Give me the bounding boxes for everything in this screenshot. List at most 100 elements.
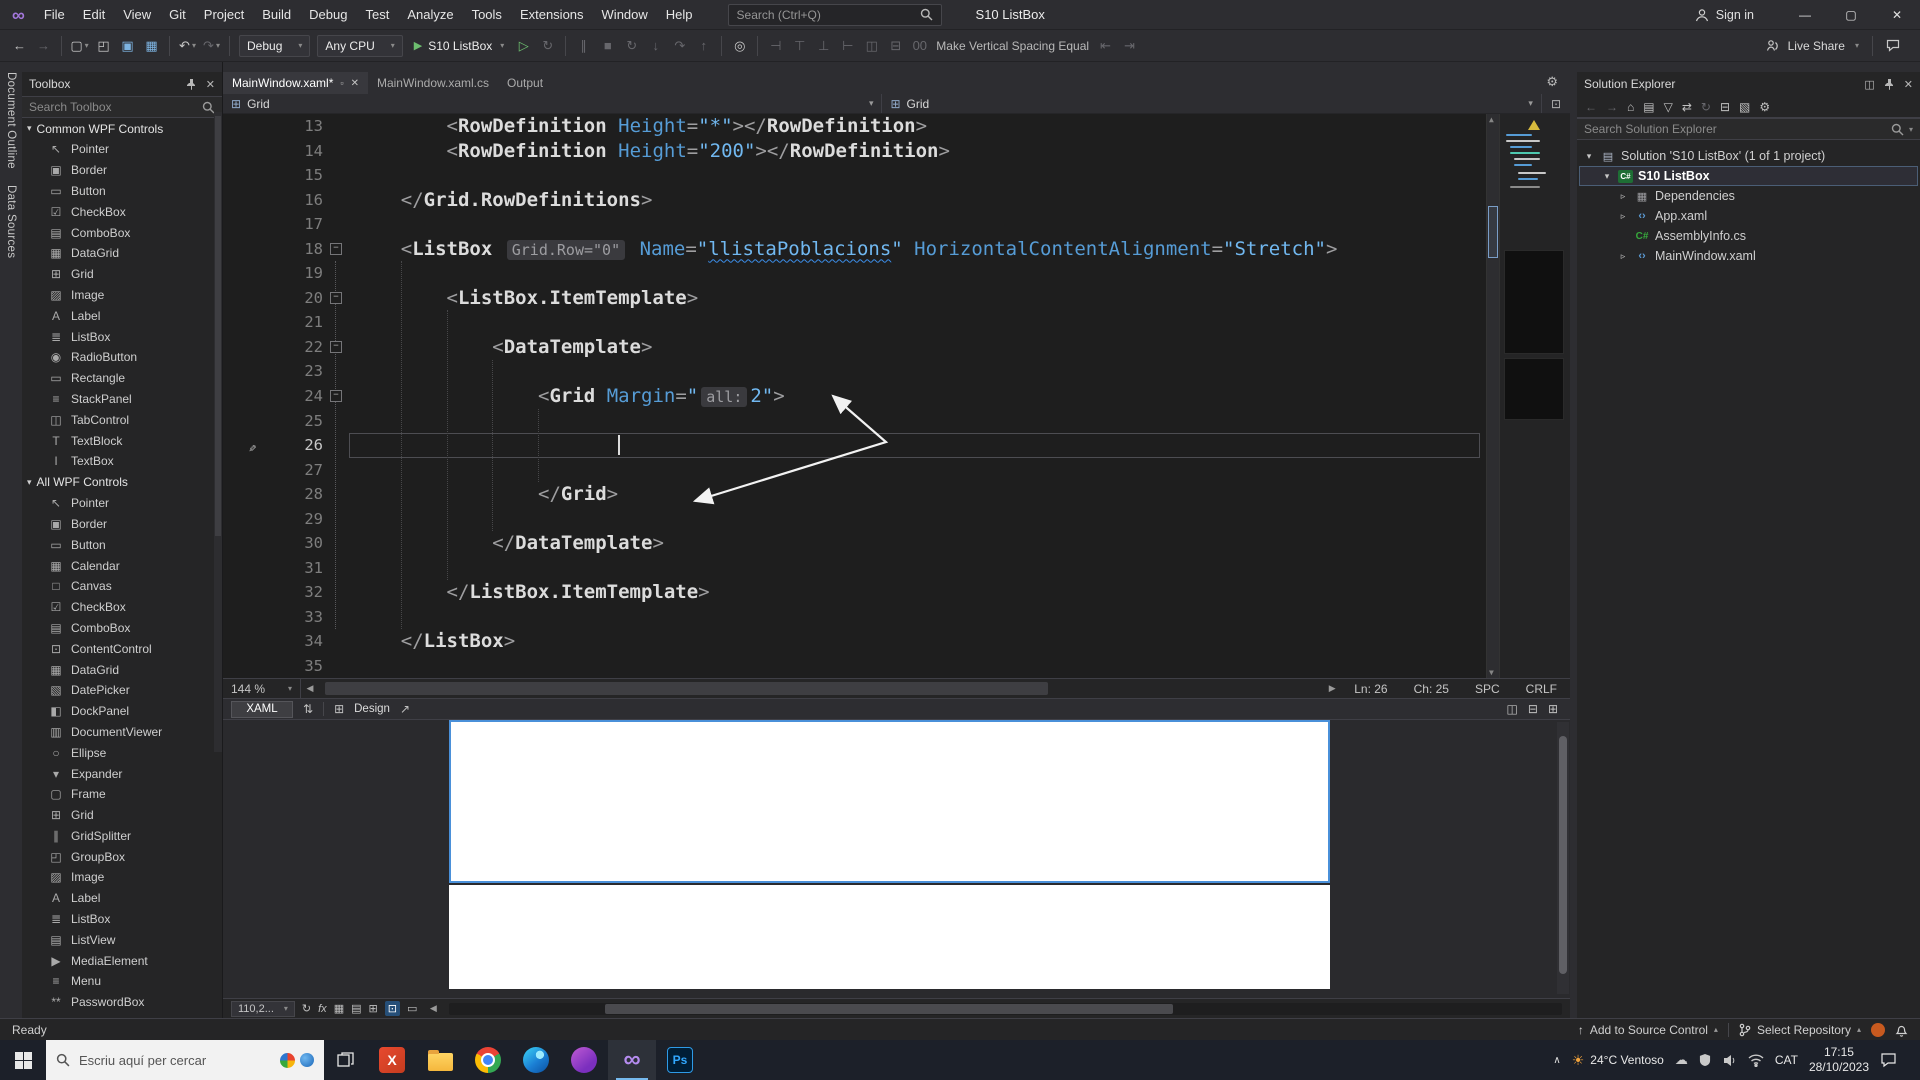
code-line-22[interactable]: 22− <DataTemplate> [223,335,1570,360]
find-in-files-icon[interactable]: ◎ [728,34,751,58]
code-line-17[interactable]: 17 [223,212,1570,237]
toolbox-item-tabcontrol[interactable]: ◫ TabControl [22,409,222,430]
toolbox-item-combobox[interactable]: ▤ ComboBox [22,222,222,243]
step-into-icon[interactable]: ↓ [644,34,667,58]
start-button[interactable] [0,1040,46,1080]
restart-icon[interactable]: ↻ [620,34,643,58]
pin-icon[interactable]: ▫ [340,78,343,88]
align-tops-icon[interactable]: ⊤ [788,34,811,58]
network-wifi-icon[interactable] [1748,1053,1764,1067]
scroll-left-icon[interactable]: ◀ [424,1003,442,1014]
tray-expand-icon[interactable]: ∧ [1553,1055,1560,1066]
solution-explorer-header[interactable]: Solution Explorer ◫ ✕ [1577,72,1920,96]
editor-zoom-dropdown[interactable]: 144 % ▾ [223,679,301,698]
menu-help[interactable]: Help [657,1,702,28]
toolbox-item-listview[interactable]: ▤ ListView [22,929,222,950]
code-line-20[interactable]: 20− <ListBox.ItemTemplate> [223,286,1570,311]
add-to-source-control-button[interactable]: ↑ Add to Source Control ▴ [1578,1023,1718,1037]
toolbox-item-documentviewer[interactable]: ▥ DocumentViewer [22,722,222,743]
close-icon[interactable]: ✕ [1904,78,1913,91]
code-line-24[interactable]: 24− <Grid Margin=" all: 2"> [223,384,1570,409]
code-line-27[interactable]: 27 [223,458,1570,483]
toolbox-item-combobox[interactable]: ▤ ComboBox [22,618,222,639]
tree-item-mainwindow-xaml[interactable]: ▹ ‹› MainWindow.xaml [1579,246,1918,266]
toolbox-item-grid[interactable]: ⊞ Grid [22,805,222,826]
design-horizontal-scrollbar[interactable] [449,1002,1562,1015]
vertical-split-icon[interactable]: ◫ [1507,702,1518,716]
code-line-26[interactable]: ✎ 26 [223,433,1570,458]
code-line-18[interactable]: 18− <ListBox Grid.Row="0" Name="llistaPo… [223,237,1570,262]
make-same-width-icon[interactable]: ◫ [860,34,883,58]
gridlines-icon[interactable]: ⊞ [369,1002,378,1015]
code-line-21[interactable]: 21 [223,310,1570,335]
align-bottoms-icon[interactable]: ⊥ [812,34,835,58]
action-center-icon[interactable] [1880,1052,1897,1068]
new-file-icon[interactable]: ▢ ▾ [68,34,91,58]
se-show-all-files-icon[interactable]: ▧ [1739,100,1750,114]
effects-toggle-icon[interactable]: fx [318,1003,327,1015]
chevron-collapsed-icon[interactable]: ▹ [1617,251,1629,262]
toolbox-item-button[interactable]: ▭ Button [22,181,222,202]
toolbox-item-datagrid[interactable]: ▦ DataGrid [22,659,222,680]
se-properties-icon[interactable]: ⚙ [1759,100,1770,114]
step-out-icon[interactable]: ↑ [692,34,715,58]
code-line-30[interactable]: 30 </DataTemplate> [223,531,1570,556]
code-line-15[interactable]: 15 [223,163,1570,188]
taskbar-app-x[interactable]: X [368,1040,416,1080]
show-grid-icon[interactable]: ▦ [334,1002,344,1015]
solution-search-input[interactable]: Search Solution Explorer ▾ [1577,118,1920,140]
quick-search-box[interactable]: Search (Ctrl+Q) [727,3,942,26]
design-surface[interactable] [223,720,1570,998]
start-debugging-button[interactable]: ▶ S10 ListBox ▾ [407,35,512,57]
se-collapse-all-icon[interactable]: ⊟ [1720,100,1730,114]
taskbar-app-visual-studio[interactable]: ∞ [608,1040,656,1080]
menu-project[interactable]: Project [195,1,253,28]
design-view-tab[interactable]: Design [354,703,390,715]
code-line-14[interactable]: 14 <RowDefinition Height="200"></RowDefi… [223,139,1570,164]
minimize-button[interactable]: — [1782,0,1828,29]
taskbar-app-browser-purple[interactable] [560,1040,608,1080]
code-line-31[interactable]: 31 [223,556,1570,581]
language-indicator[interactable]: CAT [1775,1053,1798,1067]
tab-options-gear-icon[interactable]: ⚙ [1546,74,1558,90]
toolbox-item-textblock[interactable]: T TextBlock [22,430,222,451]
break-all-icon[interactable]: ∥ [572,34,595,58]
start-without-debugging-icon[interactable]: ▷ [512,34,535,58]
volume-icon[interactable] [1722,1053,1737,1068]
xaml-view-tab[interactable]: XAML [231,700,293,718]
se-switch-views-icon[interactable]: ▤ [1643,100,1654,114]
close-button[interactable]: ✕ [1874,0,1920,29]
xaml-code-editor[interactable]: 13 <RowDefinition Height="*"></RowDefini… [223,114,1570,678]
expand-pane-icon[interactable]: ⊞ [1548,702,1558,716]
onedrive-icon[interactable]: ☁ [1675,1052,1688,1068]
toolbox-item-pointer[interactable]: ↖ Pointer [22,493,222,514]
close-icon[interactable]: ✕ [351,78,359,89]
sign-in-button[interactable]: Sign in [1695,8,1754,22]
tree-item-app-xaml[interactable]: ▹ ‹› App.xaml [1579,206,1918,226]
menu-file[interactable]: File [35,1,74,28]
bell-icon[interactable] [1895,1023,1908,1037]
menu-window[interactable]: Window [593,1,657,28]
solution-configuration-dropdown[interactable]: Debug ▾ [239,34,311,57]
toolbox-item-mediaelement[interactable]: ▶ MediaElement [22,950,222,971]
code-line-29[interactable]: 29 [223,507,1570,532]
toolbox-item-grid[interactable]: ⊞ Grid [22,264,222,285]
split-editor-icon[interactable]: ⊡ [1551,97,1561,111]
toolbox-item-datagrid[interactable]: ▦ DataGrid [22,243,222,264]
side-tab-document-outline[interactable]: Document Outline [5,72,17,169]
code-line-23[interactable]: 23 [223,359,1570,384]
toolbox-item-border[interactable]: ▣ Border [22,514,222,535]
scroll-down-icon[interactable]: ▼ [1489,668,1494,677]
horizontal-split-icon[interactable]: ⊟ [1528,702,1538,716]
toolbox-item-menu[interactable]: ≡ Menu [22,971,222,992]
toolbox-item-frame[interactable]: ▢ Frame [22,784,222,805]
taskbar-app-photoshop[interactable]: Ps [656,1040,704,1080]
se-pending-changes-filter-icon[interactable]: ▽ [1664,100,1673,114]
menu-edit[interactable]: Edit [74,1,114,28]
toolbox-item-stackpanel[interactable]: ≡ StackPanel [22,389,222,410]
align-left-edges-icon[interactable]: ⊣ [764,34,787,58]
se-forward-icon[interactable]: → [1606,100,1618,114]
select-repository-button[interactable]: Select Repository ▴ [1739,1023,1861,1037]
scroll-left-icon[interactable]: ◀ [301,683,319,694]
undo-icon[interactable]: ↶ ▾ [176,34,199,58]
